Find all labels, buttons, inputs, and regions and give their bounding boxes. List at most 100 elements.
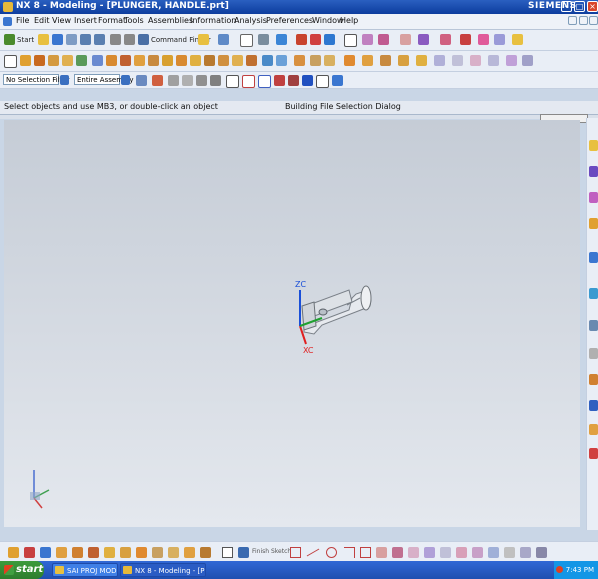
shell-icon[interactable] — [190, 55, 201, 66]
point-tool-icon[interactable] — [376, 547, 387, 558]
rib-icon[interactable] — [344, 55, 355, 66]
highlight-icon[interactable] — [512, 34, 523, 45]
pocket-icon[interactable] — [76, 55, 87, 66]
scope-chevron-down-icon[interactable] — [121, 75, 130, 85]
close-button[interactable]: × — [587, 1, 598, 12]
thread-icon[interactable] — [294, 55, 305, 66]
constraint-navigator-icon[interactable] — [589, 166, 598, 177]
intersection-icon[interactable] — [274, 75, 285, 86]
line-icon[interactable] — [40, 547, 51, 558]
rectangle-icon[interactable] — [104, 547, 115, 558]
boss-icon[interactable] — [62, 55, 73, 66]
chamfer-icon[interactable] — [176, 55, 187, 66]
type-filter-icon[interactable] — [136, 75, 147, 86]
menu-information[interactable]: Information — [190, 16, 236, 25]
section-icon[interactable] — [418, 34, 429, 45]
select-icon[interactable] — [218, 34, 229, 45]
menu-analysis[interactable]: Analysis — [234, 16, 267, 25]
maximize-button[interactable]: □ — [574, 1, 585, 12]
analysis-icon[interactable] — [378, 34, 389, 45]
blank-icon[interactable] — [344, 34, 357, 47]
body-icon[interactable] — [434, 55, 445, 66]
layer-icon[interactable] — [324, 34, 335, 45]
finish-sketch-label[interactable]: Finish Sketch — [252, 548, 291, 555]
midpoint-icon[interactable] — [196, 75, 207, 86]
save-icon[interactable] — [52, 34, 63, 45]
menu-window[interactable]: Window — [312, 16, 344, 25]
hole-icon[interactable] — [48, 55, 59, 66]
orient-view-icon[interactable] — [504, 547, 515, 558]
fillet-icon[interactable] — [88, 547, 99, 558]
sketch-view-icon[interactable] — [488, 547, 499, 558]
menu-help[interactable]: Help — [340, 16, 358, 25]
start-icon[interactable] — [4, 34, 15, 45]
tray-alert-icon[interactable] — [556, 566, 563, 573]
reuse-library-icon[interactable] — [589, 218, 598, 229]
replace-icon[interactable] — [488, 55, 499, 66]
groove-icon[interactable] — [362, 55, 373, 66]
mirror-icon[interactable] — [232, 55, 243, 66]
menu-insert[interactable]: Insert — [74, 16, 97, 25]
scale-icon[interactable] — [470, 55, 481, 66]
menu-file[interactable]: File — [16, 16, 29, 25]
corner-icon[interactable] — [344, 547, 355, 558]
spline-icon[interactable] — [136, 547, 147, 558]
alternate-solution-icon[interactable] — [472, 547, 483, 558]
move-face-icon[interactable] — [522, 55, 533, 66]
finish-sketch-icon[interactable] — [238, 547, 249, 558]
constraint-icon[interactable] — [408, 547, 419, 558]
on-face-icon[interactable] — [332, 75, 343, 86]
table-icon[interactable] — [494, 34, 505, 45]
taskbar-item-nx[interactable]: NX 8 - Modeling - [PL... — [120, 563, 206, 577]
pattern-curve-icon[interactable] — [200, 547, 211, 558]
delete-face-icon[interactable] — [506, 55, 517, 66]
system-materials-icon[interactable] — [589, 348, 598, 359]
unite-icon[interactable] — [106, 55, 117, 66]
preferences-icon[interactable] — [400, 34, 411, 45]
face-icon[interactable] — [452, 55, 463, 66]
polygon-icon[interactable] — [120, 547, 131, 558]
edge-blend-icon[interactable] — [162, 55, 173, 66]
clock[interactable]: 7:43 PM — [566, 566, 594, 574]
paste-icon[interactable] — [94, 34, 105, 45]
profile-tool-icon[interactable] — [290, 547, 301, 558]
redo-icon[interactable] — [124, 34, 135, 45]
wave-icon[interactable] — [440, 34, 451, 45]
revolve-icon[interactable] — [34, 55, 45, 66]
history-icon[interactable] — [589, 320, 598, 331]
profile-icon[interactable] — [24, 547, 35, 558]
undo-icon[interactable] — [110, 34, 121, 45]
offset-curve-icon[interactable] — [184, 547, 195, 558]
doc-minimize-button[interactable] — [568, 16, 577, 25]
plunger-handle-model[interactable] — [301, 285, 372, 335]
folder-icon[interactable] — [198, 34, 209, 45]
web-browser-icon[interactable] — [589, 288, 598, 299]
tube-icon[interactable] — [324, 55, 335, 66]
sketch-icon[interactable] — [4, 55, 17, 68]
menu-assemblies[interactable]: Assemblies — [148, 16, 193, 25]
point-icon[interactable] — [168, 75, 179, 86]
arc-center-icon[interactable] — [288, 75, 299, 86]
line-tool-icon[interactable] — [306, 548, 320, 557]
manufacturing-wizards-icon[interactable] — [589, 400, 598, 411]
dimension-icon[interactable] — [392, 547, 403, 558]
datum-icon[interactable] — [240, 34, 253, 47]
menu-format[interactable]: Format — [98, 16, 126, 25]
minimize-button[interactable]: – — [561, 1, 572, 12]
rectangle-tool-icon[interactable] — [360, 547, 371, 558]
tool-icon[interactable] — [460, 34, 471, 45]
doc-close-button[interactable] — [589, 16, 598, 25]
new-file-icon[interactable] — [38, 34, 49, 45]
filter-chevron-down-icon[interactable] — [60, 75, 69, 85]
doc-restore-button[interactable] — [579, 16, 588, 25]
cut-icon[interactable] — [66, 34, 77, 45]
ellipse-icon[interactable] — [152, 547, 163, 558]
instance-icon[interactable] — [218, 55, 229, 66]
sew-icon[interactable] — [262, 55, 273, 66]
split-icon[interactable] — [416, 55, 427, 66]
shade-icon[interactable] — [310, 34, 321, 45]
pattern-icon[interactable] — [478, 34, 489, 45]
measure-icon[interactable] — [362, 34, 373, 45]
show-constraints-icon[interactable] — [424, 547, 435, 558]
edge-filter-icon[interactable] — [242, 75, 255, 88]
